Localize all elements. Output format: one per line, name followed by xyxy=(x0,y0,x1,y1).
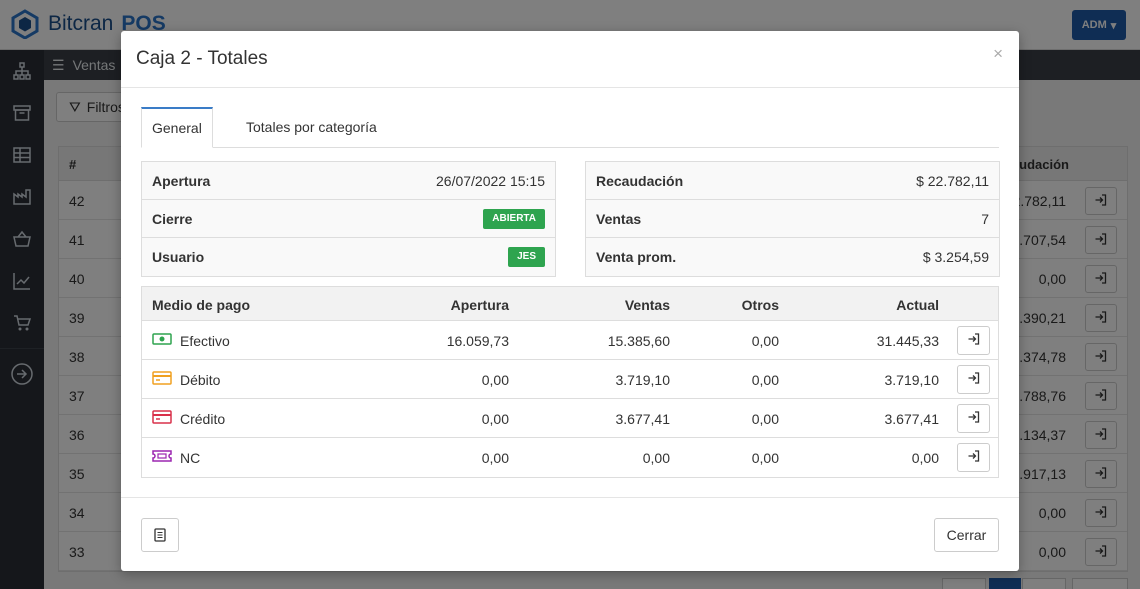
otros-value: 0,00 xyxy=(751,411,779,427)
actual-value: 3.719,10 xyxy=(884,372,940,388)
close-button[interactable]: Cerrar xyxy=(934,518,999,552)
info-row-venta-prom: Venta prom. $ 3.254,59 xyxy=(586,238,999,276)
info-label: Usuario xyxy=(152,249,205,265)
print-report-button[interactable] xyxy=(141,518,179,552)
info-row-ventas: Ventas 7 xyxy=(586,200,999,238)
actual-value: 3.677,41 xyxy=(884,411,940,427)
payment-method: Crédito xyxy=(152,409,225,428)
info-value: 7 xyxy=(981,211,989,227)
modal-title: Caja 2 - Totales xyxy=(136,48,268,69)
payment-detail-button[interactable] xyxy=(957,404,990,433)
info-value: $ 22.782,11 xyxy=(916,173,989,189)
tab-bar: General Totales por categoría xyxy=(141,107,999,148)
modal-header: Caja 2 - Totales × xyxy=(121,31,1019,88)
apertura-value: 0,00 xyxy=(481,372,509,388)
otros-value: 0,00 xyxy=(751,333,779,349)
actual-value: 31.445,33 xyxy=(876,333,939,349)
payment-detail-button[interactable] xyxy=(957,365,990,394)
ventas-value: 0,00 xyxy=(642,450,670,466)
payment-method: Débito xyxy=(152,370,220,389)
sales-summary-box: Recaudación $ 22.782,11 Ventas 7 Venta p… xyxy=(585,161,1000,277)
info-label: Apertura xyxy=(152,173,211,189)
payment-methods-table: Medio de pago Apertura Ventas Otros Actu… xyxy=(141,286,999,478)
payment-row: NC 0,00 0,00 0,00 0,00 xyxy=(142,438,998,477)
header-actual: Actual xyxy=(896,297,939,313)
info-row-recaudacion: Recaudación $ 22.782,11 xyxy=(586,162,999,200)
tab-category-totals[interactable]: Totales por categoría xyxy=(236,107,387,148)
apertura-value: 16.059,73 xyxy=(446,333,509,349)
totals-modal: Caja 2 - Totales × General Totales por c… xyxy=(121,31,1019,571)
payment-method-name: Débito xyxy=(180,371,221,388)
header-medio-de-pago: Medio de pago xyxy=(152,297,250,313)
info-label: Ventas xyxy=(596,211,642,227)
payment-method: Efectivo xyxy=(152,331,230,350)
payment-row: Débito 0,00 3.719,10 0,00 3.719,10 xyxy=(142,360,998,399)
info-row-usuario: Usuario JES xyxy=(142,238,555,276)
otros-value: 0,00 xyxy=(751,372,779,388)
tab-general[interactable]: General xyxy=(141,107,213,148)
otros-value: 0,00 xyxy=(751,450,779,466)
sign-in-icon xyxy=(967,410,981,427)
credit-card-icon xyxy=(152,409,172,428)
ventas-value: 3.719,10 xyxy=(615,372,671,388)
header-ventas: Ventas xyxy=(624,297,670,313)
actual-value: 0,00 xyxy=(911,450,939,466)
sign-in-icon xyxy=(967,332,981,349)
payment-detail-button[interactable] xyxy=(957,443,990,472)
header-apertura: Apertura xyxy=(450,297,509,313)
payment-table-header: Medio de pago Apertura Ventas Otros Actu… xyxy=(142,287,998,321)
ticket-icon xyxy=(152,448,172,467)
info-label: Cierre xyxy=(152,211,193,227)
payment-method-name: Crédito xyxy=(180,410,226,427)
info-row-apertura: Apertura 26/07/2022 15:15 xyxy=(142,162,555,200)
modal-footer: Cerrar xyxy=(121,497,1019,571)
sign-in-icon xyxy=(967,449,981,466)
payment-method-name: NC xyxy=(180,449,201,466)
apertura-value: 0,00 xyxy=(481,450,509,466)
payment-method-name: Efectivo xyxy=(180,332,230,349)
info-value: 26/07/2022 15:15 xyxy=(436,173,545,189)
user-badge: JES xyxy=(508,247,545,267)
close-icon[interactable]: × xyxy=(993,44,1003,64)
payment-row: Efectivo 16.059,73 15.385,60 0,00 31.445,33 xyxy=(142,321,998,360)
ventas-value: 15.385,60 xyxy=(607,333,670,349)
payment-row: Crédito 0,00 3.677,41 0,00 3.677,41 xyxy=(142,399,998,438)
info-value: $ 3.254,59 xyxy=(922,249,989,265)
info-label: Venta prom. xyxy=(596,249,677,265)
apertura-value: 0,00 xyxy=(481,411,509,427)
payment-detail-button[interactable] xyxy=(957,326,990,355)
info-label: Recaudación xyxy=(596,173,684,189)
session-info-box: Apertura 26/07/2022 15:15 Cierre ABIERTA… xyxy=(141,161,556,277)
info-row-cierre: Cierre ABIERTA xyxy=(142,200,555,238)
sign-in-icon xyxy=(967,371,981,388)
document-icon xyxy=(154,528,166,542)
status-badge: ABIERTA xyxy=(483,209,545,229)
ventas-value: 3.677,41 xyxy=(615,411,671,427)
payment-method: NC xyxy=(152,448,200,467)
debit-card-icon xyxy=(152,370,172,389)
cash-icon xyxy=(152,331,172,350)
header-otros: Otros xyxy=(741,297,779,313)
